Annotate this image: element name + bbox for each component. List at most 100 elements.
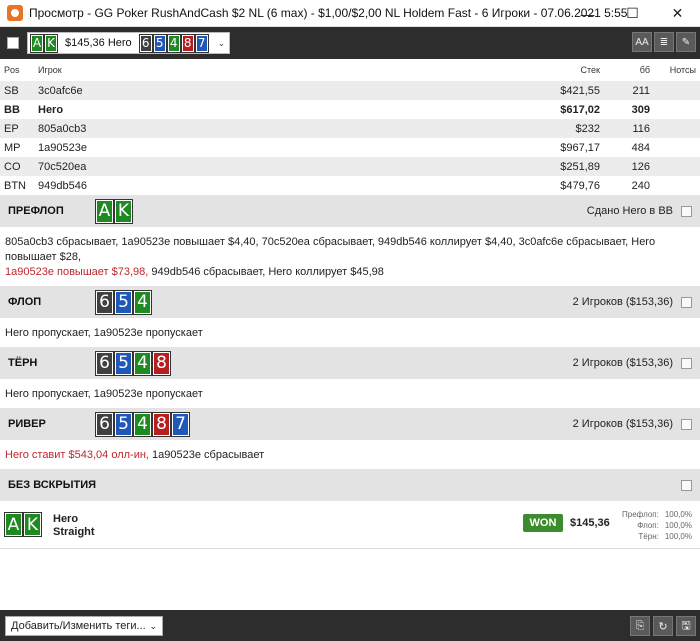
preflop-header: ПРЕФЛОП AK Сдано Hero в BB [0, 195, 700, 227]
bb-cell: 211 [604, 81, 654, 100]
notes-cell[interactable] [654, 119, 700, 138]
col-notes-header: Нотсы [654, 59, 700, 81]
toolbar: AK $145,36 Hero 65487 ⌄ AA ≣ ✎ [0, 27, 700, 59]
chevron-down-icon: ⌄ [149, 620, 157, 631]
maximize-button[interactable]: ☐ [610, 0, 655, 27]
card: 8 [180, 33, 195, 53]
card: A [95, 198, 114, 224]
board-cards: 65487 [138, 33, 210, 53]
window-controls: — ☐ ✕ [565, 0, 700, 27]
card: 5 [152, 33, 167, 53]
save-button[interactable]: 🖫 [676, 616, 696, 636]
result-summary: AK Hero Straight WON $145,36 Префлоп: 100… [0, 501, 700, 549]
action-text: 805a0cb3 сбрасывает, 1a90523e повышает $… [5, 236, 656, 263]
card: 4 [133, 350, 152, 376]
bb-cell: 309 [631, 103, 650, 116]
street-name: ФЛОП [8, 296, 42, 308]
card: 6 [95, 411, 114, 437]
table-row[interactable]: EP 805a0cb3 $232 116 [0, 119, 700, 138]
street-info: 2 Игроков ($153,36) [573, 347, 692, 379]
col-player-header: Игрок [34, 59, 524, 81]
equity-value: 100,0% [664, 510, 692, 519]
street-name: ТЁРН [8, 357, 38, 369]
card: A [30, 33, 44, 53]
app-logo-icon [7, 5, 23, 21]
river-actions: Hero ставит $543,04 олл-ин, 1a90523e сбр… [0, 440, 700, 469]
pos-cell: CO [0, 157, 34, 176]
flop-actions: Hero пропускает, 1a90523e пропускает [0, 318, 700, 347]
table-row[interactable]: CO 70c520ea $251,89 126 [0, 157, 700, 176]
street-info: 2 Игроков ($153,36) [573, 286, 692, 318]
players-pot: 2 Игроков ($153,36) [572, 357, 673, 369]
street-cards: 65487 [95, 411, 191, 437]
pos-cell: SB [0, 81, 34, 100]
winner-name: Hero [53, 513, 79, 525]
hero-cards: AK [30, 33, 59, 53]
street-checkbox[interactable] [681, 418, 692, 430]
stack-cell: $232 [524, 119, 604, 138]
street-info: Сдано Hero в BB [587, 195, 692, 227]
table-row[interactable]: BB Hero $617,02 309 [0, 100, 700, 119]
action-text: Hero пропускает, 1a90523e пропускает [5, 388, 203, 400]
card: 5 [114, 411, 133, 437]
copy-button[interactable]: ⎘ [630, 616, 650, 636]
table-row[interactable]: SB 3c0afc6e $421,55 211 [0, 81, 700, 100]
street-checkbox[interactable] [681, 296, 692, 308]
card: K [23, 512, 42, 537]
notes-cell[interactable] [654, 100, 700, 119]
close-button[interactable]: ✕ [655, 0, 700, 27]
notes-cell[interactable] [654, 138, 700, 157]
equity-label: Флоп: [637, 521, 659, 530]
bb-cell: 240 [631, 179, 650, 192]
dealt-info: Сдано Hero в BB [586, 205, 673, 217]
col-bb-header: бб [604, 59, 654, 81]
street-cards: 6548 [95, 350, 172, 376]
player-cell: 805a0cb3 [34, 119, 524, 138]
river-header: РИВЕР 65487 2 Игроков ($153,36) [0, 408, 700, 440]
showdown-header: БЕЗ ВСКРЫТИЯ [0, 469, 700, 501]
card: 6 [95, 289, 114, 315]
stack-cell: $967,17 [560, 141, 600, 154]
preflop-actions: 805a0cb3 сбрасывает, 1a90523e повышает $… [0, 227, 700, 286]
card: 6 [138, 33, 153, 53]
card: 6 [95, 350, 114, 376]
street-info: 2 Игроков ($153,36) [573, 408, 692, 440]
street-name: РИВЕР [8, 418, 46, 430]
action-text: 949db546 сбрасывает, Hero коллирует $45,… [148, 266, 384, 278]
action-text: Hero пропускает, 1a90523e пропускает [5, 327, 203, 339]
won-amount: $145,36 [570, 517, 610, 529]
table-row[interactable]: BTN 949db546 $479,76 240 [0, 176, 700, 195]
action-text-highlight: 1a90523e повышает $73,98, [5, 266, 149, 278]
notes-cell[interactable] [654, 176, 700, 195]
winning-hand: Straight [53, 526, 95, 538]
street-checkbox[interactable] [681, 479, 692, 491]
title-bar: Просмотр - GG Poker RushAndCash $2 NL (6… [0, 0, 700, 27]
equity-value: 100,0% [664, 521, 692, 530]
stack-cell: $421,55 [524, 81, 604, 100]
player-cell: 1a90523e [38, 141, 87, 154]
toolbar-actions: AA ≣ ✎ [632, 32, 696, 52]
street-checkbox[interactable] [681, 205, 692, 217]
street-name: ПРЕФЛОП [8, 205, 64, 217]
table-row[interactable]: MP 1a90523e $967,17 484 [0, 138, 700, 157]
col-stack-header: Стек [524, 59, 604, 81]
players-header-row: Pos Игрок Стек бб Нотсы [0, 59, 700, 81]
tags-dropdown[interactable]: Добавить/Изменить теги... ⌄ [5, 616, 163, 636]
select-hand-checkbox[interactable] [7, 37, 19, 49]
card: 4 [133, 289, 152, 315]
pos-cell: EP [0, 119, 34, 138]
street-name: БЕЗ ВСКРЫТИЯ [8, 479, 97, 491]
refresh-button[interactable]: ↻ [653, 616, 673, 636]
hand-selector-dropdown[interactable]: AK $145,36 Hero 65487 ⌄ [27, 32, 231, 54]
street-checkbox[interactable] [681, 357, 692, 369]
notes-cell[interactable] [654, 81, 700, 100]
card: 7 [171, 411, 190, 437]
winner-cards: AK [4, 512, 43, 537]
notes-cell[interactable] [654, 157, 700, 176]
card: K [114, 198, 133, 224]
minimize-button[interactable]: — [565, 0, 610, 27]
street-info [673, 469, 692, 501]
font-size-button[interactable]: AA [632, 32, 652, 52]
list-view-button[interactable]: ≣ [654, 32, 674, 52]
edit-button[interactable]: ✎ [676, 32, 696, 52]
